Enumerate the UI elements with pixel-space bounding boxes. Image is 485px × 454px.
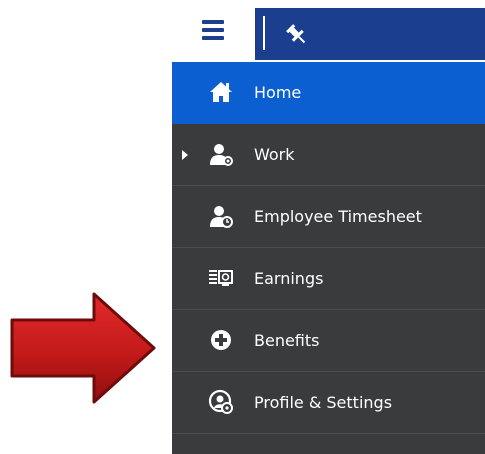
menu-item-label: Home xyxy=(254,83,302,102)
earnings-icon xyxy=(208,265,234,291)
menu-item-label: Work xyxy=(254,145,295,164)
pin-icon[interactable] xyxy=(283,21,309,47)
menu-item-label: Profile & Settings xyxy=(254,393,393,412)
employee-timesheet-icon xyxy=(208,203,234,229)
pointer-arrow-annotation xyxy=(8,292,158,404)
menu-item-earnings[interactable]: Earnings xyxy=(172,248,485,310)
side-menu: Home Work Employee Timesheet Earnings Be… xyxy=(172,62,485,454)
menu-item-employee-timesheet[interactable]: Employee Timesheet xyxy=(172,186,485,248)
menu-item-home[interactable]: Home xyxy=(172,62,485,124)
menu-item-label: Benefits xyxy=(254,331,320,350)
menu-item-benefits[interactable]: Benefits xyxy=(172,310,485,372)
work-icon xyxy=(208,141,234,167)
hamburger-menu-icon[interactable] xyxy=(199,18,227,42)
menu-item-label: Earnings xyxy=(254,269,324,288)
home-icon xyxy=(208,79,234,105)
profile-settings-icon xyxy=(208,389,234,415)
header-divider xyxy=(263,16,265,50)
menu-item-profile-settings[interactable]: Profile & Settings xyxy=(172,372,485,434)
menu-item-label: Employee Timesheet xyxy=(254,207,422,226)
expand-caret-icon[interactable] xyxy=(182,150,188,160)
menu-item-work[interactable]: Work xyxy=(172,124,485,186)
pin-bar xyxy=(255,8,485,60)
plus-circle-icon xyxy=(208,327,234,353)
